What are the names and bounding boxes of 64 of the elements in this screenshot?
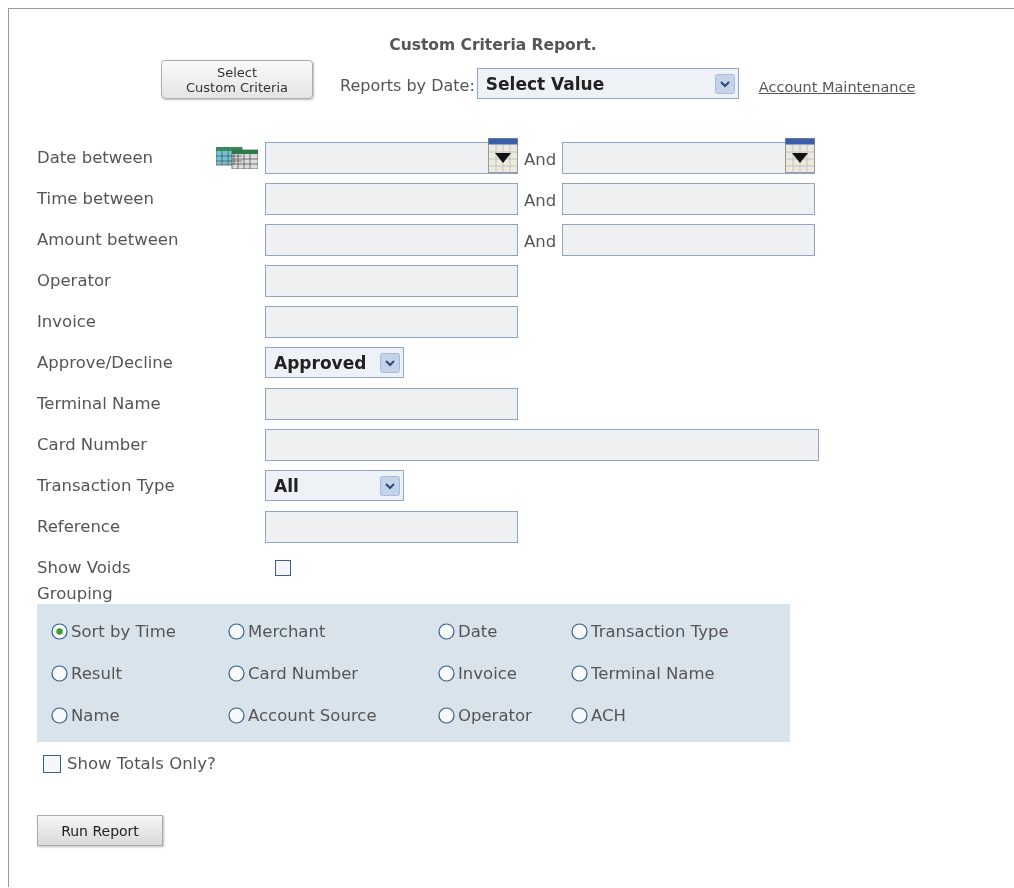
radio-label[interactable]: Invoice: [458, 663, 517, 683]
radio-button[interactable]: [571, 622, 588, 640]
reports-dropdown[interactable]: Select Value: [476, 68, 739, 99]
field-label: Show Voids: [37, 558, 132, 577]
field-label: Terminal Name: [37, 394, 162, 413]
radio-label[interactable]: Terminal Name: [591, 663, 715, 683]
text-field[interactable]: [265, 305, 518, 338]
and-label: And: [524, 190, 557, 210]
radio-button[interactable]: [51, 664, 68, 682]
select-criteria-button[interactable]: Select Custom Criteria: [161, 60, 313, 99]
grouping-label: Grouping: [37, 584, 114, 603]
checkbox[interactable]: [43, 754, 61, 773]
date-field[interactable]: [562, 141, 816, 174]
checkbox[interactable]: [275, 559, 291, 576]
checkbox-label[interactable]: Show Totals Only?: [67, 754, 216, 773]
calendar-dropdown-icon[interactable]: [488, 138, 518, 173]
radio-label[interactable]: Card Number: [248, 663, 359, 683]
radio-label[interactable]: Merchant: [248, 621, 326, 641]
radio-button[interactable]: [438, 664, 455, 682]
dropdown[interactable]: Approved: [265, 347, 404, 378]
date-field[interactable]: [265, 141, 518, 174]
radio-label[interactable]: Account Source: [248, 705, 377, 725]
report-title: Custom Criteria Report.: [388, 36, 598, 54]
radio-label[interactable]: Sort by Time: [71, 621, 176, 641]
dropdown[interactable]: All: [265, 470, 404, 501]
radio-button[interactable]: [438, 706, 455, 724]
text-field[interactable]: [265, 264, 518, 297]
range-start-field[interactable]: [265, 223, 518, 256]
radio-button[interactable]: [228, 622, 245, 640]
radio-button[interactable]: [228, 706, 245, 724]
radio-button[interactable]: [571, 664, 588, 682]
radio-label[interactable]: Operator: [458, 705, 532, 725]
and-label: And: [524, 149, 557, 169]
radio-button[interactable]: [571, 706, 588, 724]
text-field[interactable]: [265, 387, 518, 420]
field-label: Approve/Decline: [37, 353, 174, 372]
text-field[interactable]: [265, 510, 518, 543]
field-label: Invoice: [37, 312, 97, 331]
text-field[interactable]: [265, 428, 819, 461]
radio-button[interactable]: [51, 622, 68, 640]
field-label: Reference: [37, 517, 122, 536]
field-label: Operator: [37, 271, 112, 290]
field-label: Card Number: [37, 435, 149, 454]
radio-button[interactable]: [438, 622, 455, 640]
calendar-dropdown-icon[interactable]: [785, 138, 816, 173]
field-label: Amount between: [37, 230, 180, 249]
account-maintenance-link[interactable]: Account Maintenance: [758, 79, 916, 95]
radio-button[interactable]: [228, 664, 245, 682]
radio-label[interactable]: Transaction Type: [591, 621, 729, 641]
radio-label[interactable]: Result: [71, 663, 122, 683]
range-end-field[interactable]: [562, 223, 816, 256]
radio-label[interactable]: Name: [71, 705, 120, 725]
radio-label[interactable]: ACH: [591, 705, 626, 725]
calendar-icon[interactable]: [216, 146, 258, 169]
reports-by-date-label: Reports by Date:: [340, 76, 475, 95]
and-label: And: [524, 231, 557, 251]
range-start-field[interactable]: [265, 182, 518, 215]
field-label: Transaction Type: [37, 476, 176, 495]
range-end-field[interactable]: [562, 182, 816, 215]
field-label: Date between: [37, 148, 154, 167]
field-label: Time between: [37, 189, 155, 208]
radio-button[interactable]: [51, 706, 68, 724]
radio-label[interactable]: Date: [458, 621, 498, 641]
run-report-button[interactable]: Run Report: [37, 815, 163, 846]
